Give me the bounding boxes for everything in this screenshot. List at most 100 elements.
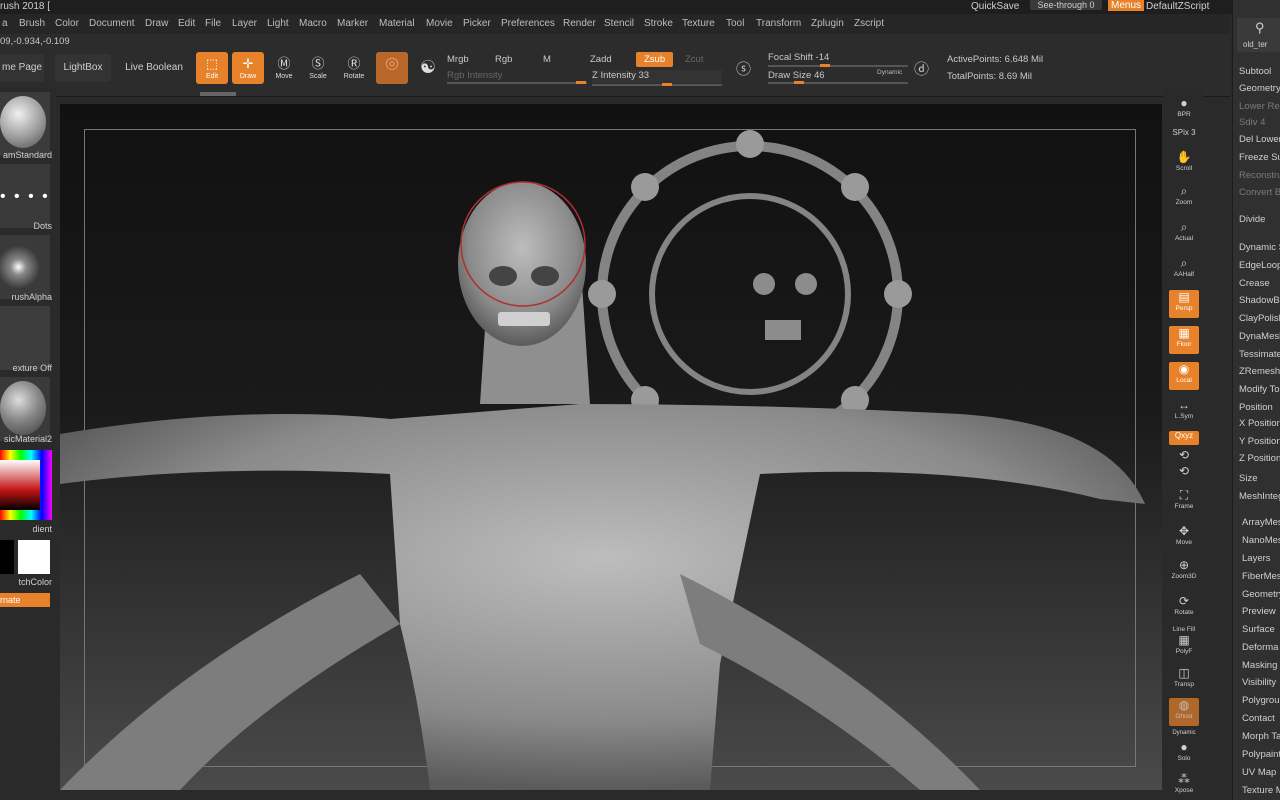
lsym-button[interactable]: ↔ L.Sym xyxy=(1169,398,1199,426)
z-intensity-slider[interactable]: Z Intensity 33 xyxy=(592,70,722,83)
alpha-thumbnail[interactable] xyxy=(0,235,50,299)
zadd-button[interactable]: Zadd xyxy=(590,54,612,65)
tray-item-reconstru[interactable]: Reconstru xyxy=(1239,170,1280,181)
floor-button[interactable]: ▦ Floor xyxy=(1169,326,1199,354)
focal-shift-slider[interactable]: Focal Shift -14 xyxy=(768,52,829,63)
dynamic-toggle[interactable]: Dynamic xyxy=(877,69,902,76)
menu-item-macro[interactable]: Macro xyxy=(299,18,327,29)
texture-thumbnail[interactable] xyxy=(0,306,50,370)
xpose-button[interactable]: ⁂ Xpose xyxy=(1169,772,1199,800)
tray-item-zremesh[interactable]: ZRemesh xyxy=(1239,366,1280,377)
tray-item-dynamesh[interactable]: DynaMesh xyxy=(1239,331,1280,342)
xyz-button[interactable]: Qxyz xyxy=(1169,431,1199,445)
see-through-slider[interactable]: See-through 0 xyxy=(1030,0,1102,10)
menu-item-edit[interactable]: Edit xyxy=(178,18,195,29)
tray-item-preview[interactable]: Preview xyxy=(1242,606,1276,617)
menu-item-stroke[interactable]: Stroke xyxy=(644,18,673,29)
quicksave-button[interactable]: QuickSave xyxy=(971,1,1019,12)
polyf-button[interactable]: Line Fill ▦ PolyF xyxy=(1169,626,1199,656)
tray-item-layers[interactable]: Layers xyxy=(1242,553,1271,564)
tray-item-lower-res[interactable]: Lower Res xyxy=(1239,101,1280,112)
tray-item-geometry[interactable]: Geometry xyxy=(1242,589,1280,600)
lazy-mouse-d-icon[interactable]: ⓓ xyxy=(914,58,929,79)
zsub-button[interactable]: Zsub xyxy=(636,52,674,67)
actual-button[interactable]: ⌕ Actual xyxy=(1169,220,1199,248)
default-zscript-button[interactable]: DefaultZScript xyxy=(1146,1,1209,12)
persp-button[interactable]: ▤ Persp xyxy=(1169,290,1199,318)
menu-item-draw[interactable]: Draw xyxy=(145,18,168,29)
lazy-mouse-s-icon[interactable]: ⓢ xyxy=(736,58,751,79)
tray-item-convert-b[interactable]: Convert B xyxy=(1239,187,1280,198)
tray-item-deforma[interactable]: Deforma xyxy=(1242,642,1278,653)
mrgb-button[interactable]: Mrgb xyxy=(447,54,469,65)
ghost-button[interactable]: ◍ Ghost xyxy=(1169,698,1199,726)
menu-item-transform[interactable]: Transform xyxy=(756,18,801,29)
tray-item-fibermes[interactable]: FiberMes xyxy=(1242,571,1280,582)
menu-item-marker[interactable]: Marker xyxy=(337,18,368,29)
alternate-button[interactable]: rnate xyxy=(0,593,50,607)
tool-thumbnail[interactable]: ⚲ old_ter xyxy=(1237,18,1280,52)
menu-item-color[interactable]: Color xyxy=(55,18,79,29)
m-button[interactable]: M xyxy=(543,54,551,65)
tray-item-masking[interactable]: Masking xyxy=(1242,660,1277,671)
rotate-mode-button[interactable]: Ⓡ Rotate xyxy=(338,52,370,84)
menu-item-zscript[interactable]: Zscript xyxy=(854,18,884,29)
menu-item-movie[interactable]: Movie xyxy=(426,18,453,29)
move-mode-button[interactable]: Ⓜ Move xyxy=(268,52,300,84)
tray-item-z-position[interactable]: Z Position xyxy=(1239,453,1280,464)
stroke-thumbnail[interactable]: • • • • xyxy=(0,164,50,228)
material-thumbnail[interactable] xyxy=(0,377,50,441)
zoom-button[interactable]: ⌕ Zoom xyxy=(1169,184,1199,212)
zcut-button[interactable]: Zcut xyxy=(685,54,703,65)
rgb-button[interactable]: Rgb xyxy=(495,54,512,65)
tray-item-crease[interactable]: Crease xyxy=(1239,278,1270,289)
edit-mode-button[interactable]: ⬚ Edit xyxy=(196,52,228,84)
draw-mode-button[interactable]: ✛ Draw xyxy=(232,52,264,84)
color-picker[interactable] xyxy=(0,450,52,520)
menu-item-preferences[interactable]: Preferences xyxy=(501,18,555,29)
tray-item-divide[interactable]: Divide xyxy=(1239,214,1265,225)
rotate-z-button[interactable]: ⟲ xyxy=(1169,464,1199,478)
transp-button[interactable]: ◫ Transp xyxy=(1169,666,1199,694)
menu-item-zplugin[interactable]: Zplugin xyxy=(811,18,844,29)
brush-thumbnail[interactable] xyxy=(0,92,50,156)
menu-item-alpha[interactable]: a xyxy=(2,18,8,29)
draw-size-slider[interactable]: Draw Size 46 xyxy=(768,70,825,81)
tray-item-position[interactable]: Position xyxy=(1239,402,1273,413)
lightbox-button[interactable]: LightBox xyxy=(55,54,111,82)
tray-item-meshinteg[interactable]: MeshInteg xyxy=(1239,491,1280,502)
material-swatch-button[interactable]: ◎ xyxy=(376,52,408,84)
scroll-button[interactable]: ✋ Scroll xyxy=(1169,150,1199,178)
tray-item-polygrou[interactable]: Polygrou xyxy=(1242,695,1280,706)
bpr-button[interactable]: ● BPR xyxy=(1169,96,1199,124)
tray-item-tessimate[interactable]: Tessimate xyxy=(1239,349,1280,360)
tray-item-freeze-su[interactable]: Freeze Su xyxy=(1239,152,1280,163)
color-picker-square[interactable] xyxy=(0,460,40,510)
tray-item-nanomes[interactable]: NanoMes xyxy=(1242,535,1280,546)
tray-item-visibility[interactable]: Visibility xyxy=(1242,677,1276,688)
menu-item-layer[interactable]: Layer xyxy=(232,18,257,29)
tray-item-texture-m[interactable]: Texture M xyxy=(1242,785,1280,796)
main-color-swatch[interactable] xyxy=(18,540,50,574)
menu-item-light[interactable]: Light xyxy=(267,18,289,29)
tray-item-uv-map[interactable]: UV Map xyxy=(1242,767,1276,778)
frame-button[interactable]: ⛶ Frame xyxy=(1169,488,1199,516)
color-mode-button[interactable]: ☯ xyxy=(412,52,444,84)
menu-item-brush[interactable]: Brush xyxy=(19,18,45,29)
tray-item-del-lower[interactable]: Del Lower xyxy=(1239,134,1280,145)
tray-item-arraymes[interactable]: ArrayMes xyxy=(1242,517,1280,528)
tray-item-morph-ta[interactable]: Morph Ta xyxy=(1242,731,1280,742)
tray-item-x-position[interactable]: X Position xyxy=(1239,418,1280,429)
rotate-y-button[interactable]: ⟲ xyxy=(1169,448,1199,462)
rgb-intensity-slider[interactable]: Rgb Intensity xyxy=(447,70,502,81)
menu-item-stencil[interactable]: Stencil xyxy=(604,18,634,29)
tray-item-size[interactable]: Size xyxy=(1239,473,1257,484)
aahalf-button[interactable]: ⌕ AAHalf xyxy=(1169,256,1199,284)
tray-item-subtool[interactable]: Subtool xyxy=(1239,66,1271,77)
menu-item-file[interactable]: File xyxy=(205,18,221,29)
tray-item-contact[interactable]: Contact xyxy=(1242,713,1275,724)
menu-item-render[interactable]: Render xyxy=(563,18,596,29)
rotate-view-button[interactable]: ⟳ Rotate xyxy=(1169,594,1199,622)
tray-item-geometry[interactable]: Geometry xyxy=(1239,83,1280,94)
tray-item-surface[interactable]: Surface xyxy=(1242,624,1275,635)
